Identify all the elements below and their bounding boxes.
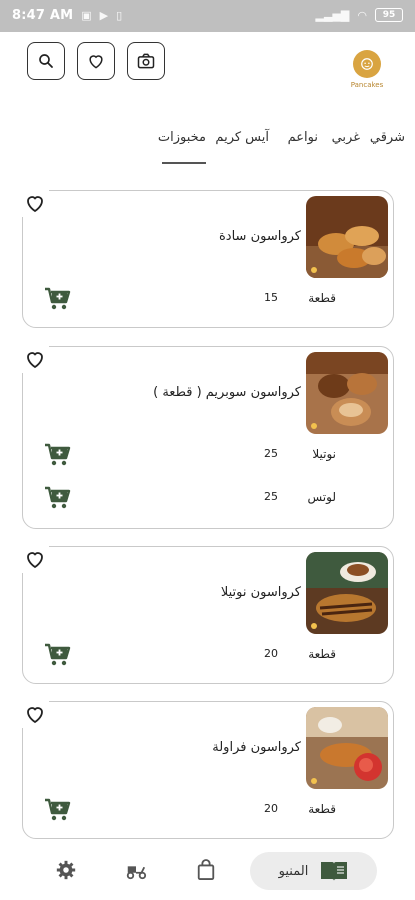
add-cart-icon bbox=[45, 486, 71, 509]
option-label: قطعة bbox=[308, 802, 336, 816]
add-to-cart-button[interactable] bbox=[43, 441, 71, 469]
tab-bakery[interactable]: مخبوزات bbox=[158, 130, 206, 145]
add-cart-icon bbox=[45, 798, 71, 821]
option-price: 15 bbox=[264, 291, 278, 304]
tab-gharbi[interactable]: غربي bbox=[332, 130, 360, 145]
product-option: لوتس 25 bbox=[23, 484, 393, 514]
gear-icon bbox=[56, 860, 76, 880]
search-icon bbox=[39, 54, 53, 68]
option-price: 25 bbox=[264, 490, 278, 503]
play-icon: ▶ bbox=[99, 9, 109, 22]
product-title: كرواسون نوتيلا bbox=[220, 585, 301, 600]
nav-delivery[interactable] bbox=[122, 856, 150, 884]
product-option: قطعة 20 bbox=[23, 796, 393, 826]
product-card[interactable]: كرواسون سادة قطعة 15 bbox=[21, 189, 394, 328]
heart-icon bbox=[27, 352, 43, 369]
heart-icon bbox=[27, 196, 43, 213]
product-card[interactable]: كرواسون سوبريم ( قطعة ) نوتيلا 25 لوتس 2… bbox=[21, 345, 394, 529]
signal-icon: ▂▃▅▇ bbox=[315, 8, 350, 22]
logo-text: Pancakes bbox=[350, 81, 384, 89]
product-title: كرواسون سوبريم ( قطعة ) bbox=[153, 385, 301, 400]
tab-nawa3em[interactable]: نواعم bbox=[288, 130, 318, 145]
nav-menu[interactable]: المنيو bbox=[250, 852, 377, 890]
battery-indicator: 95 bbox=[375, 8, 403, 22]
add-to-cart-button[interactable] bbox=[43, 641, 71, 669]
status-bar: 8:47 AM ▣ ▶ ▯ ▂▃▅▇ ◠ 95 bbox=[0, 0, 415, 32]
product-title: كرواسون فراولة bbox=[212, 740, 301, 755]
menu-book-icon bbox=[321, 862, 348, 881]
option-label: نوتيلا bbox=[312, 447, 336, 461]
add-cart-icon bbox=[45, 287, 71, 310]
delivery-scooter-icon bbox=[126, 866, 147, 880]
option-label: لوتس bbox=[307, 490, 337, 504]
active-tab-indicator bbox=[162, 162, 206, 164]
option-price: 25 bbox=[264, 447, 278, 460]
top-bar: Pancakes bbox=[0, 32, 415, 102]
product-option: قطعة 20 bbox=[23, 641, 393, 671]
favorite-toggle[interactable] bbox=[21, 700, 49, 728]
storage-icon: ▯ bbox=[116, 9, 123, 22]
tab-ice-cream[interactable]: آيس كريم bbox=[215, 130, 269, 145]
product-card[interactable]: كرواسون فراولة قطعة 20 bbox=[21, 700, 394, 839]
heart-icon bbox=[27, 552, 43, 569]
favorite-toggle[interactable] bbox=[21, 545, 49, 573]
favorites-button[interactable] bbox=[77, 42, 115, 80]
option-price: 20 bbox=[264, 802, 278, 815]
product-card[interactable]: كرواسون نوتيلا قطعة 20 bbox=[21, 545, 394, 684]
tab-sharqi[interactable]: شرقي bbox=[370, 130, 405, 145]
notification-icon: ▣ bbox=[81, 9, 92, 22]
add-cart-icon bbox=[45, 443, 71, 466]
product-image bbox=[306, 552, 388, 634]
wifi-icon: ◠ bbox=[357, 8, 367, 22]
status-time: 8:47 AM bbox=[12, 8, 74, 23]
product-image bbox=[306, 196, 388, 278]
option-label: قطعة bbox=[308, 647, 336, 661]
nav-settings[interactable] bbox=[52, 856, 80, 884]
search-button[interactable] bbox=[27, 42, 65, 80]
nav-cart[interactable] bbox=[192, 856, 220, 884]
logo-emblem bbox=[353, 50, 381, 78]
heart-icon bbox=[89, 55, 103, 69]
camera-icon bbox=[137, 53, 155, 69]
add-to-cart-button[interactable] bbox=[43, 484, 71, 512]
heart-icon bbox=[27, 707, 43, 724]
product-option: نوتيلا 25 bbox=[23, 441, 393, 471]
add-to-cart-button[interactable] bbox=[43, 796, 71, 824]
product-image bbox=[306, 707, 388, 789]
product-option: قطعة 15 bbox=[23, 285, 393, 315]
shopping-bag-icon bbox=[197, 859, 215, 880]
favorite-toggle[interactable] bbox=[21, 189, 49, 217]
camera-button[interactable] bbox=[127, 42, 165, 80]
product-image bbox=[306, 352, 388, 434]
add-cart-icon bbox=[45, 643, 71, 666]
option-price: 20 bbox=[264, 647, 278, 660]
category-tabs: شرقي غربي نواعم آيس كريم مخبوزات bbox=[0, 124, 415, 168]
brand-logo: Pancakes bbox=[345, 50, 389, 98]
bottom-navigation: المنيو bbox=[0, 840, 415, 900]
nav-menu-label: المنيو bbox=[278, 863, 309, 879]
favorite-toggle[interactable] bbox=[21, 345, 49, 373]
option-label: قطعة bbox=[308, 291, 336, 305]
product-title: كرواسون سادة bbox=[219, 229, 301, 244]
add-to-cart-button[interactable] bbox=[43, 285, 71, 313]
